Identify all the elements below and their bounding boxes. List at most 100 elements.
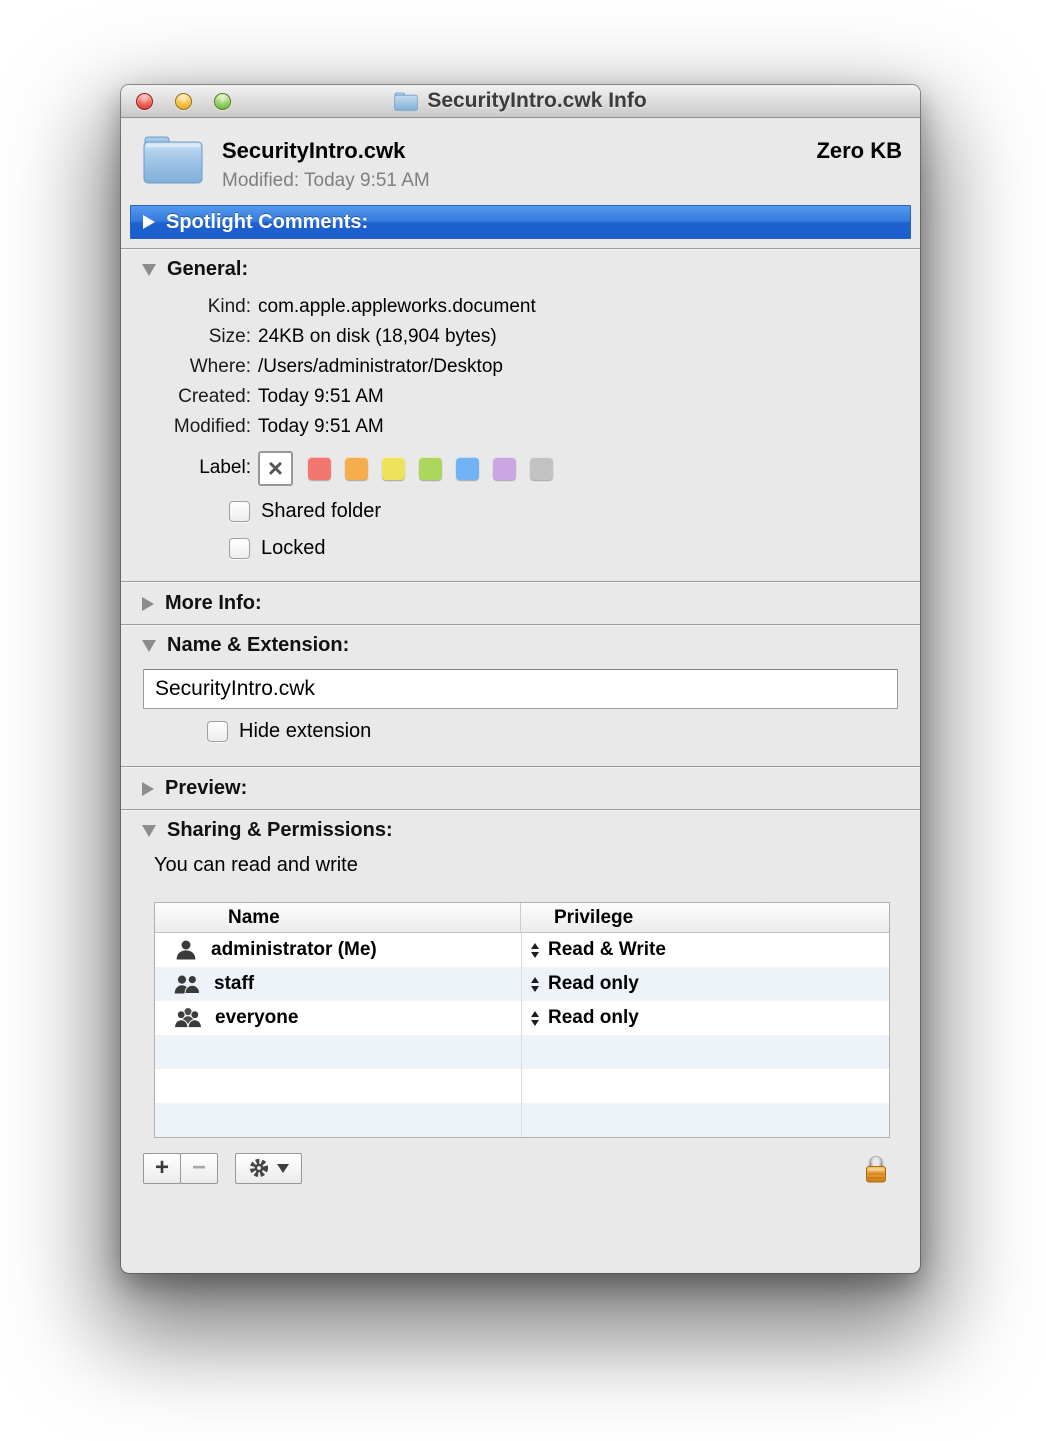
permissions-table: Name Privilege administrator (Me) Read &… <box>154 902 890 1138</box>
size-value: 24KB on disk (18,904 bytes) <box>258 322 497 352</box>
size-label: Size: <box>121 322 258 352</box>
label-caption: Label: <box>121 457 258 479</box>
label-color-swatch[interactable] <box>456 457 479 480</box>
folder-icon <box>141 133 205 187</box>
user-icon <box>174 938 198 962</box>
stepper-icon <box>531 1011 539 1026</box>
info-row-where: Where: /Users/administrator/Desktop <box>121 352 920 382</box>
label-color-row: Label: × <box>121 447 920 489</box>
preview-label: Preview: <box>165 777 247 800</box>
file-header: SecurityIntro.cwk Modified: Today 9:51 A… <box>121 118 920 202</box>
where-label: Where: <box>121 352 258 382</box>
x-icon: × <box>268 455 283 481</box>
permission-user-name: everyone <box>215 1007 298 1029</box>
column-header-name[interactable]: Name <box>155 903 521 932</box>
general-header[interactable]: General: <box>121 250 920 284</box>
add-user-button[interactable]: + <box>143 1153 181 1184</box>
locked-row: Locked <box>229 533 920 563</box>
section-spotlight-comments[interactable]: Spotlight Comments: <box>130 205 911 239</box>
close-button[interactable] <box>136 93 153 110</box>
label-color-swatch[interactable] <box>382 457 405 480</box>
label-color-swatch[interactable] <box>308 457 331 480</box>
label-color-swatch[interactable] <box>419 457 442 480</box>
chevron-down-icon <box>277 1164 289 1173</box>
plus-icon: + <box>155 1154 169 1182</box>
more-info-label: More Info: <box>165 592 262 615</box>
stepper-icon <box>531 943 539 958</box>
label-color-swatch[interactable] <box>530 457 553 480</box>
zoom-button[interactable] <box>214 93 231 110</box>
table-row[interactable]: everyone Read only <box>155 1001 889 1035</box>
table-row[interactable]: staff Read only <box>155 967 889 1001</box>
label-none-button[interactable]: × <box>258 451 293 486</box>
table-row-empty <box>155 1035 889 1069</box>
kind-value: com.apple.appleworks.document <box>258 292 536 322</box>
modified-label: Modified: <box>121 412 258 442</box>
section-name-extension: Name & Extension: Hide extension <box>121 626 920 766</box>
privilege-select[interactable]: Read & Write <box>521 939 889 961</box>
disclosure-triangle-icon[interactable] <box>142 782 154 796</box>
info-row-created: Created: Today 9:51 AM <box>121 382 920 412</box>
disclosure-triangle-icon[interactable] <box>142 597 154 611</box>
locked-checkbox[interactable] <box>229 538 250 559</box>
title-bar[interactable]: SecurityIntro.cwk Info <box>121 85 920 118</box>
privilege-select[interactable]: Read only <box>521 1007 889 1029</box>
permission-user-name: administrator (Me) <box>211 939 377 961</box>
disclosure-triangle-icon[interactable] <box>143 215 155 229</box>
disclosure-triangle-icon[interactable] <box>142 825 156 837</box>
hide-extension-checkbox[interactable] <box>207 721 228 742</box>
section-more-info[interactable]: More Info: <box>121 583 920 624</box>
disclosure-triangle-icon[interactable] <box>142 264 156 276</box>
info-row-modified: Modified: Today 9:51 AM <box>121 412 920 442</box>
minimize-button[interactable] <box>175 93 192 110</box>
filename-input[interactable] <box>143 669 898 709</box>
sharing-header[interactable]: Sharing & Permissions: <box>121 811 920 845</box>
hide-extension-label: Hide extension <box>239 720 371 743</box>
shared-folder-checkbox[interactable] <box>229 501 250 522</box>
general-label: General: <box>167 258 248 281</box>
column-header-privilege[interactable]: Privilege <box>521 907 633 929</box>
table-row[interactable]: administrator (Me) Read & Write <box>155 933 889 967</box>
gear-icon <box>248 1157 270 1179</box>
permission-privilege: Read only <box>548 1007 639 1029</box>
modified-value: Today 9:51 AM <box>258 412 384 442</box>
lock-icon[interactable] <box>862 1151 890 1185</box>
section-preview[interactable]: Preview: <box>121 768 920 809</box>
where-value: /Users/administrator/Desktop <box>258 352 503 382</box>
locked-label: Locked <box>261 537 326 560</box>
name-extension-header[interactable]: Name & Extension: <box>121 626 920 660</box>
shared-folder-row: Shared folder <box>229 496 920 526</box>
section-sharing-permissions: Sharing & Permissions: You can read and … <box>121 811 920 1185</box>
remove-user-button[interactable]: − <box>180 1153 218 1184</box>
label-color-swatch[interactable] <box>493 457 516 480</box>
sharing-label: Sharing & Permissions: <box>167 819 393 842</box>
sharing-status: You can read and write <box>154 854 920 881</box>
actions-menu-button[interactable] <box>235 1153 302 1184</box>
table-header: Name Privilege <box>155 903 889 933</box>
info-row-size: Size: 24KB on disk (18,904 bytes) <box>121 322 920 352</box>
table-row-empty <box>155 1069 889 1103</box>
everyone-icon <box>174 1006 202 1030</box>
get-info-window: SecurityIntro.cwk Info SecurityIntro.cwk… <box>121 85 920 1273</box>
kind-label: Kind: <box>121 292 258 322</box>
disclosure-triangle-icon[interactable] <box>142 640 156 652</box>
permission-user-name: staff <box>214 973 254 995</box>
permissions-toolbar: + − <box>143 1151 890 1185</box>
permission-privilege: Read & Write <box>548 939 666 961</box>
name-extension-label: Name & Extension: <box>167 634 349 657</box>
proxy-folder-icon[interactable] <box>394 92 418 111</box>
privilege-select[interactable]: Read only <box>521 973 889 995</box>
label-color-swatch[interactable] <box>345 457 368 480</box>
shared-folder-label: Shared folder <box>261 500 381 523</box>
minus-icon: − <box>192 1154 206 1182</box>
created-label: Created: <box>121 382 258 412</box>
group-icon <box>174 972 201 996</box>
stepper-icon <box>531 977 539 992</box>
file-size: Zero KB <box>816 133 902 164</box>
permission-privilege: Read only <box>548 973 639 995</box>
file-modified: Modified: Today 9:51 AM <box>222 170 816 192</box>
table-row-empty <box>155 1103 889 1137</box>
window-title: SecurityIntro.cwk Info <box>427 89 646 113</box>
spotlight-comments-label: Spotlight Comments: <box>166 211 368 234</box>
hide-extension-row: Hide extension <box>207 716 920 746</box>
